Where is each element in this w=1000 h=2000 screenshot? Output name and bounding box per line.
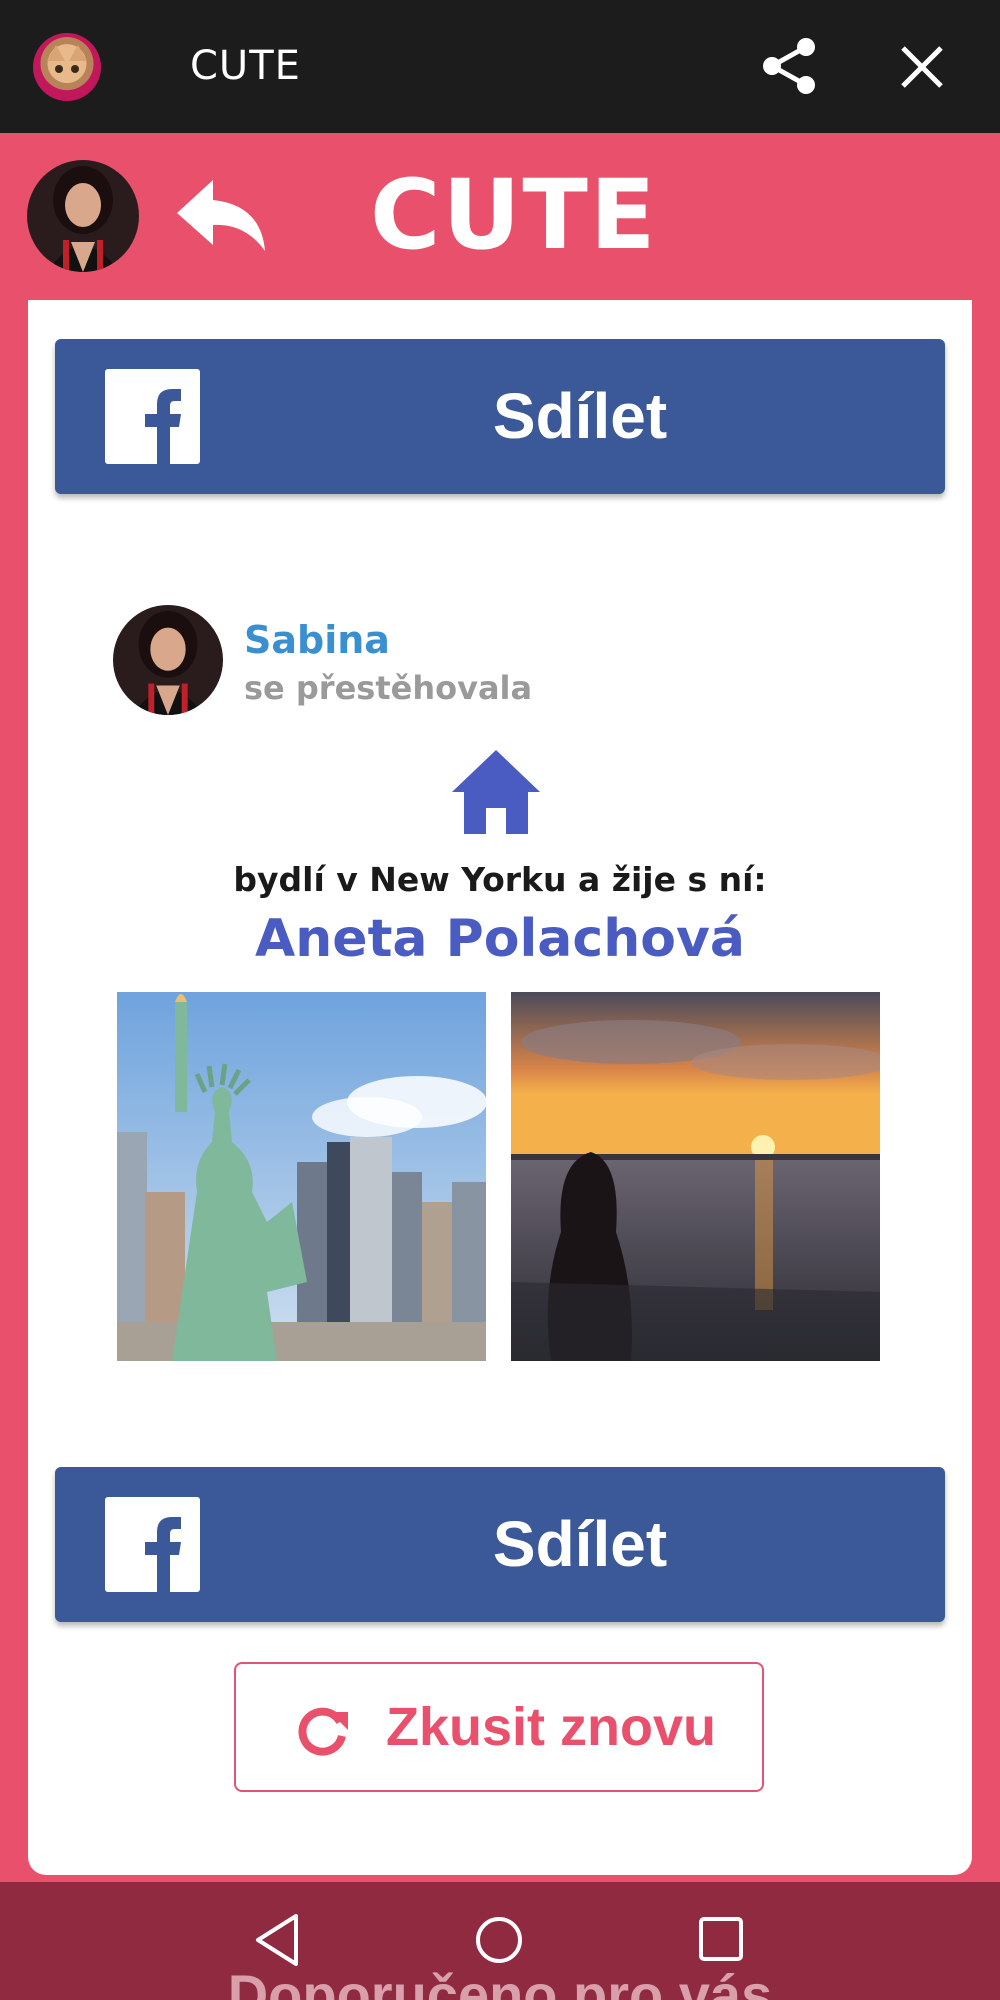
app-bar: CUTE bbox=[0, 0, 1000, 133]
close-icon[interactable] bbox=[897, 42, 947, 92]
share-label: Sdílet bbox=[492, 380, 668, 452]
facebook-icon bbox=[105, 1497, 200, 1592]
lives-text: bydlí v New Yorku a žije s ní: bbox=[233, 860, 767, 899]
partner-name: Aneta Polachová bbox=[255, 909, 745, 969]
cat-face-icon bbox=[33, 33, 101, 101]
share-label: Sdílet bbox=[492, 1508, 668, 1580]
new-york-photo bbox=[117, 992, 486, 1361]
nav-back-icon[interactable] bbox=[252, 1912, 302, 1968]
avatar[interactable] bbox=[27, 160, 139, 272]
share-facebook-button[interactable]: Sdílet bbox=[55, 339, 945, 494]
post-name: Sabina bbox=[244, 618, 390, 662]
retry-button[interactable]: Zkusit znovu bbox=[234, 1662, 764, 1792]
recommended-text: Doporučeno pro vás bbox=[227, 1963, 773, 2000]
home-icon bbox=[452, 750, 540, 834]
share-facebook-button-bottom[interactable]: Sdílet bbox=[55, 1467, 945, 1622]
nav-recent-apps-icon[interactable] bbox=[697, 1915, 745, 1963]
nav-home-icon[interactable] bbox=[474, 1915, 524, 1965]
share-icon[interactable] bbox=[760, 36, 818, 96]
refresh-icon bbox=[298, 1707, 348, 1756]
reply-arrow-icon[interactable] bbox=[175, 175, 270, 255]
header-title: CUTE bbox=[370, 159, 658, 271]
facebook-icon bbox=[105, 369, 200, 464]
post-avatar bbox=[113, 605, 223, 715]
post-action: se přestěhovala bbox=[244, 669, 533, 707]
result-card: Sdílet Sabina se přestěhovala bydlí v Ne… bbox=[28, 300, 972, 1875]
sunset-photo bbox=[511, 992, 880, 1361]
app-title: CUTE bbox=[190, 43, 301, 89]
retry-label: Zkusit znovu bbox=[386, 1697, 717, 1757]
